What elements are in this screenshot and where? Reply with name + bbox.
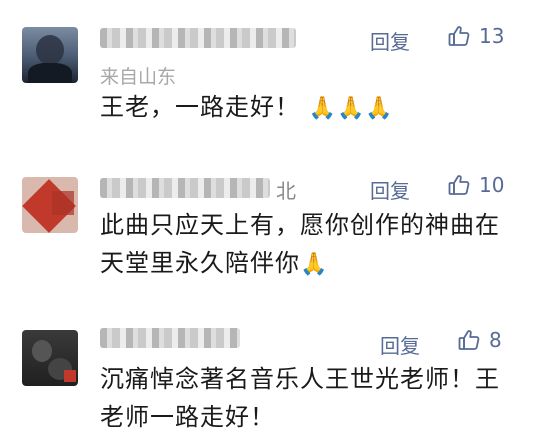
- like-button[interactable]: 8: [457, 328, 502, 352]
- comment-item: 回复 8 沉痛悼念著名音乐人王世光老师！王老师一路走好！: [0, 310, 534, 447]
- region-label: 来自山东: [100, 66, 177, 88]
- thumbs-up-icon: [447, 173, 471, 197]
- reply-button[interactable]: 回复: [370, 175, 410, 204]
- thumbs-up-icon: [447, 24, 471, 48]
- thumbs-up-icon: [457, 328, 481, 352]
- like-count: 8: [489, 328, 502, 352]
- username[interactable]: 北: [276, 175, 296, 204]
- username-redacted[interactable]: [100, 28, 296, 48]
- folded-hands-emoji: 🙏🙏🙏: [308, 96, 394, 121]
- comment-item: 来自山东 回复 13 王老，一路走好！ 🙏🙏🙏: [0, 0, 534, 160]
- avatar[interactable]: [22, 177, 78, 233]
- comment-item: 北 回复 10 此曲只应天上有，愿你创作的神曲在天堂里永久陪伴你🙏: [0, 160, 534, 310]
- comment-text: 王老，一路走好！ 🙏🙏🙏: [100, 88, 520, 128]
- reply-button[interactable]: 回复: [370, 26, 410, 55]
- like-count: 10: [479, 173, 505, 197]
- comment-body: 沉痛悼念著名音乐人王世光老师！王老师一路走好！: [100, 365, 500, 431]
- avatar[interactable]: [22, 27, 78, 83]
- comment-text: 沉痛悼念著名音乐人王世光老师！王老师一路走好！: [100, 360, 510, 436]
- comment-text: 此曲只应天上有，愿你创作的神曲在天堂里永久陪伴你🙏: [100, 206, 500, 284]
- like-count: 13: [479, 24, 505, 48]
- reply-button[interactable]: 回复: [380, 330, 420, 359]
- avatar[interactable]: [22, 330, 78, 386]
- username-redacted[interactable]: [100, 178, 270, 198]
- like-button[interactable]: 13: [447, 24, 504, 48]
- username-redacted[interactable]: [100, 328, 240, 348]
- comment-list: 来自山东 回复 13 王老，一路走好！ 🙏🙏🙏 北 回复 10 此曲只应天上有，…: [0, 0, 534, 447]
- folded-hands-emoji: 🙏: [300, 252, 329, 277]
- like-button[interactable]: 10: [447, 173, 504, 197]
- comment-body: 王老，一路走好！: [100, 93, 300, 121]
